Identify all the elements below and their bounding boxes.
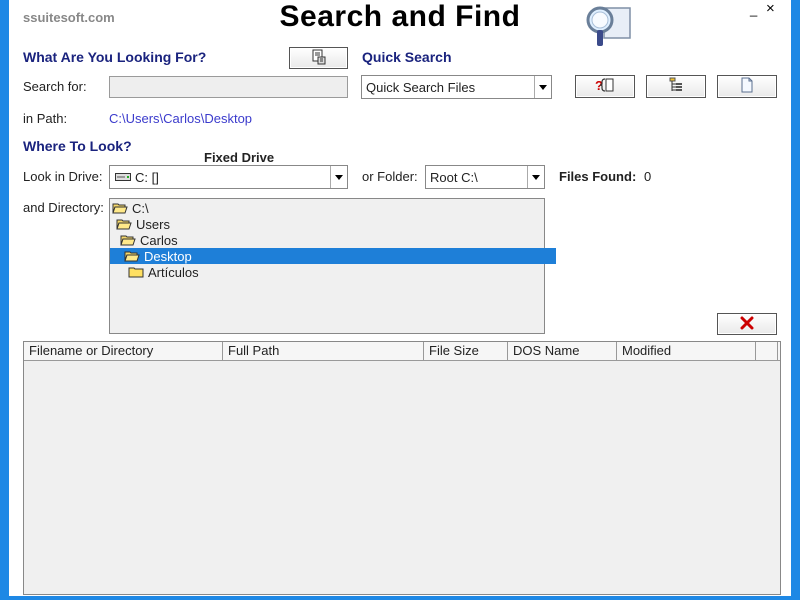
- folder-select[interactable]: Root C:\: [425, 165, 545, 189]
- directory-tree[interactable]: C:\ Users Carlos Desktop Artículos: [109, 198, 556, 334]
- chevron-down-icon[interactable]: [534, 76, 551, 98]
- drive-type-label: Fixed Drive: [204, 150, 275, 165]
- window-frame-right: [791, 0, 800, 600]
- column-header[interactable]: Filename or Directory: [24, 342, 223, 360]
- tree-node-label: Artículos: [148, 264, 199, 280]
- directory-label: and Directory:: [23, 200, 104, 215]
- window-frame-left: [0, 0, 9, 600]
- column-header-filler: [756, 342, 778, 360]
- files-found-count: 0: [644, 169, 652, 184]
- tree-node[interactable]: Carlos: [110, 232, 178, 248]
- quick-search-select[interactable]: Quick Search Files: [361, 75, 552, 99]
- hard-drive-icon: [115, 172, 131, 182]
- tree-node[interactable]: Desktop: [110, 248, 556, 264]
- drive-value: C: []: [135, 169, 159, 185]
- chevron-down-icon[interactable]: [330, 166, 347, 188]
- look-in-drive-label: Look in Drive:: [23, 169, 103, 184]
- search-input[interactable]: [109, 76, 348, 98]
- chevron-down-icon[interactable]: [527, 166, 544, 188]
- help-button[interactable]: ?: [575, 75, 635, 98]
- close-window-button[interactable]: ×: [766, 0, 775, 17]
- minimize-button[interactable]: _: [750, 2, 757, 17]
- column-header[interactable]: Modified: [617, 342, 756, 360]
- column-header[interactable]: File Size: [424, 342, 508, 360]
- files-found-label: Files Found:: [559, 169, 637, 184]
- blank-page-icon: [739, 77, 755, 96]
- results-list[interactable]: Filename or Directory Full Path File Size D…: [23, 341, 781, 595]
- blank-page-button[interactable]: [717, 75, 777, 98]
- looking-for-heading: What Are You Looking For?: [23, 49, 207, 65]
- tree-view-button[interactable]: [646, 75, 706, 98]
- magnifier-logo-icon: [584, 2, 632, 48]
- drive-select[interactable]: C: []: [109, 165, 348, 189]
- tree-node-label: Carlos: [140, 232, 178, 248]
- search-for-label: Search for:: [23, 79, 87, 94]
- in-path-label: in Path:: [23, 111, 68, 126]
- tree-node-label: Desktop: [144, 248, 192, 264]
- path-value: C:\Users\Carlos\Desktop: [109, 111, 253, 126]
- folder-icon: [128, 267, 144, 278]
- quick-search-value: Quick Search Files: [366, 79, 476, 95]
- options-button[interactable]: [289, 47, 348, 69]
- folder-open-icon: [112, 203, 128, 214]
- tree-node[interactable]: Users: [110, 216, 170, 232]
- tree-node[interactable]: Artículos: [110, 264, 199, 280]
- folder-value: Root C:\: [430, 169, 478, 185]
- quick-search-heading: Quick Search: [362, 49, 452, 65]
- where-to-look-heading: Where To Look?: [23, 138, 132, 154]
- app-title: Search and Find: [279, 0, 521, 33]
- column-header[interactable]: DOS Name: [508, 342, 617, 360]
- folder-open-icon: [120, 235, 136, 246]
- results-header: Filename or Directory Full Path File Size D…: [24, 342, 780, 361]
- folder-open-icon: [116, 219, 132, 230]
- folder-open-icon: [124, 251, 140, 262]
- document-tree-icon: [311, 49, 327, 68]
- window-frame-bottom: [0, 596, 800, 600]
- main-window: ssuitesoft.com Search and Find _ × What …: [9, 0, 791, 596]
- tree-view-icon: [668, 77, 684, 96]
- help-icon: ?: [594, 77, 616, 96]
- red-x-icon: [740, 316, 754, 333]
- tree-node-label: C:\: [132, 200, 149, 216]
- clear-button[interactable]: [717, 313, 777, 335]
- tree-node-label: Users: [136, 216, 170, 232]
- column-header[interactable]: Full Path: [223, 342, 424, 360]
- or-folder-label: or Folder:: [362, 169, 418, 184]
- tree-node[interactable]: C:\: [110, 200, 149, 216]
